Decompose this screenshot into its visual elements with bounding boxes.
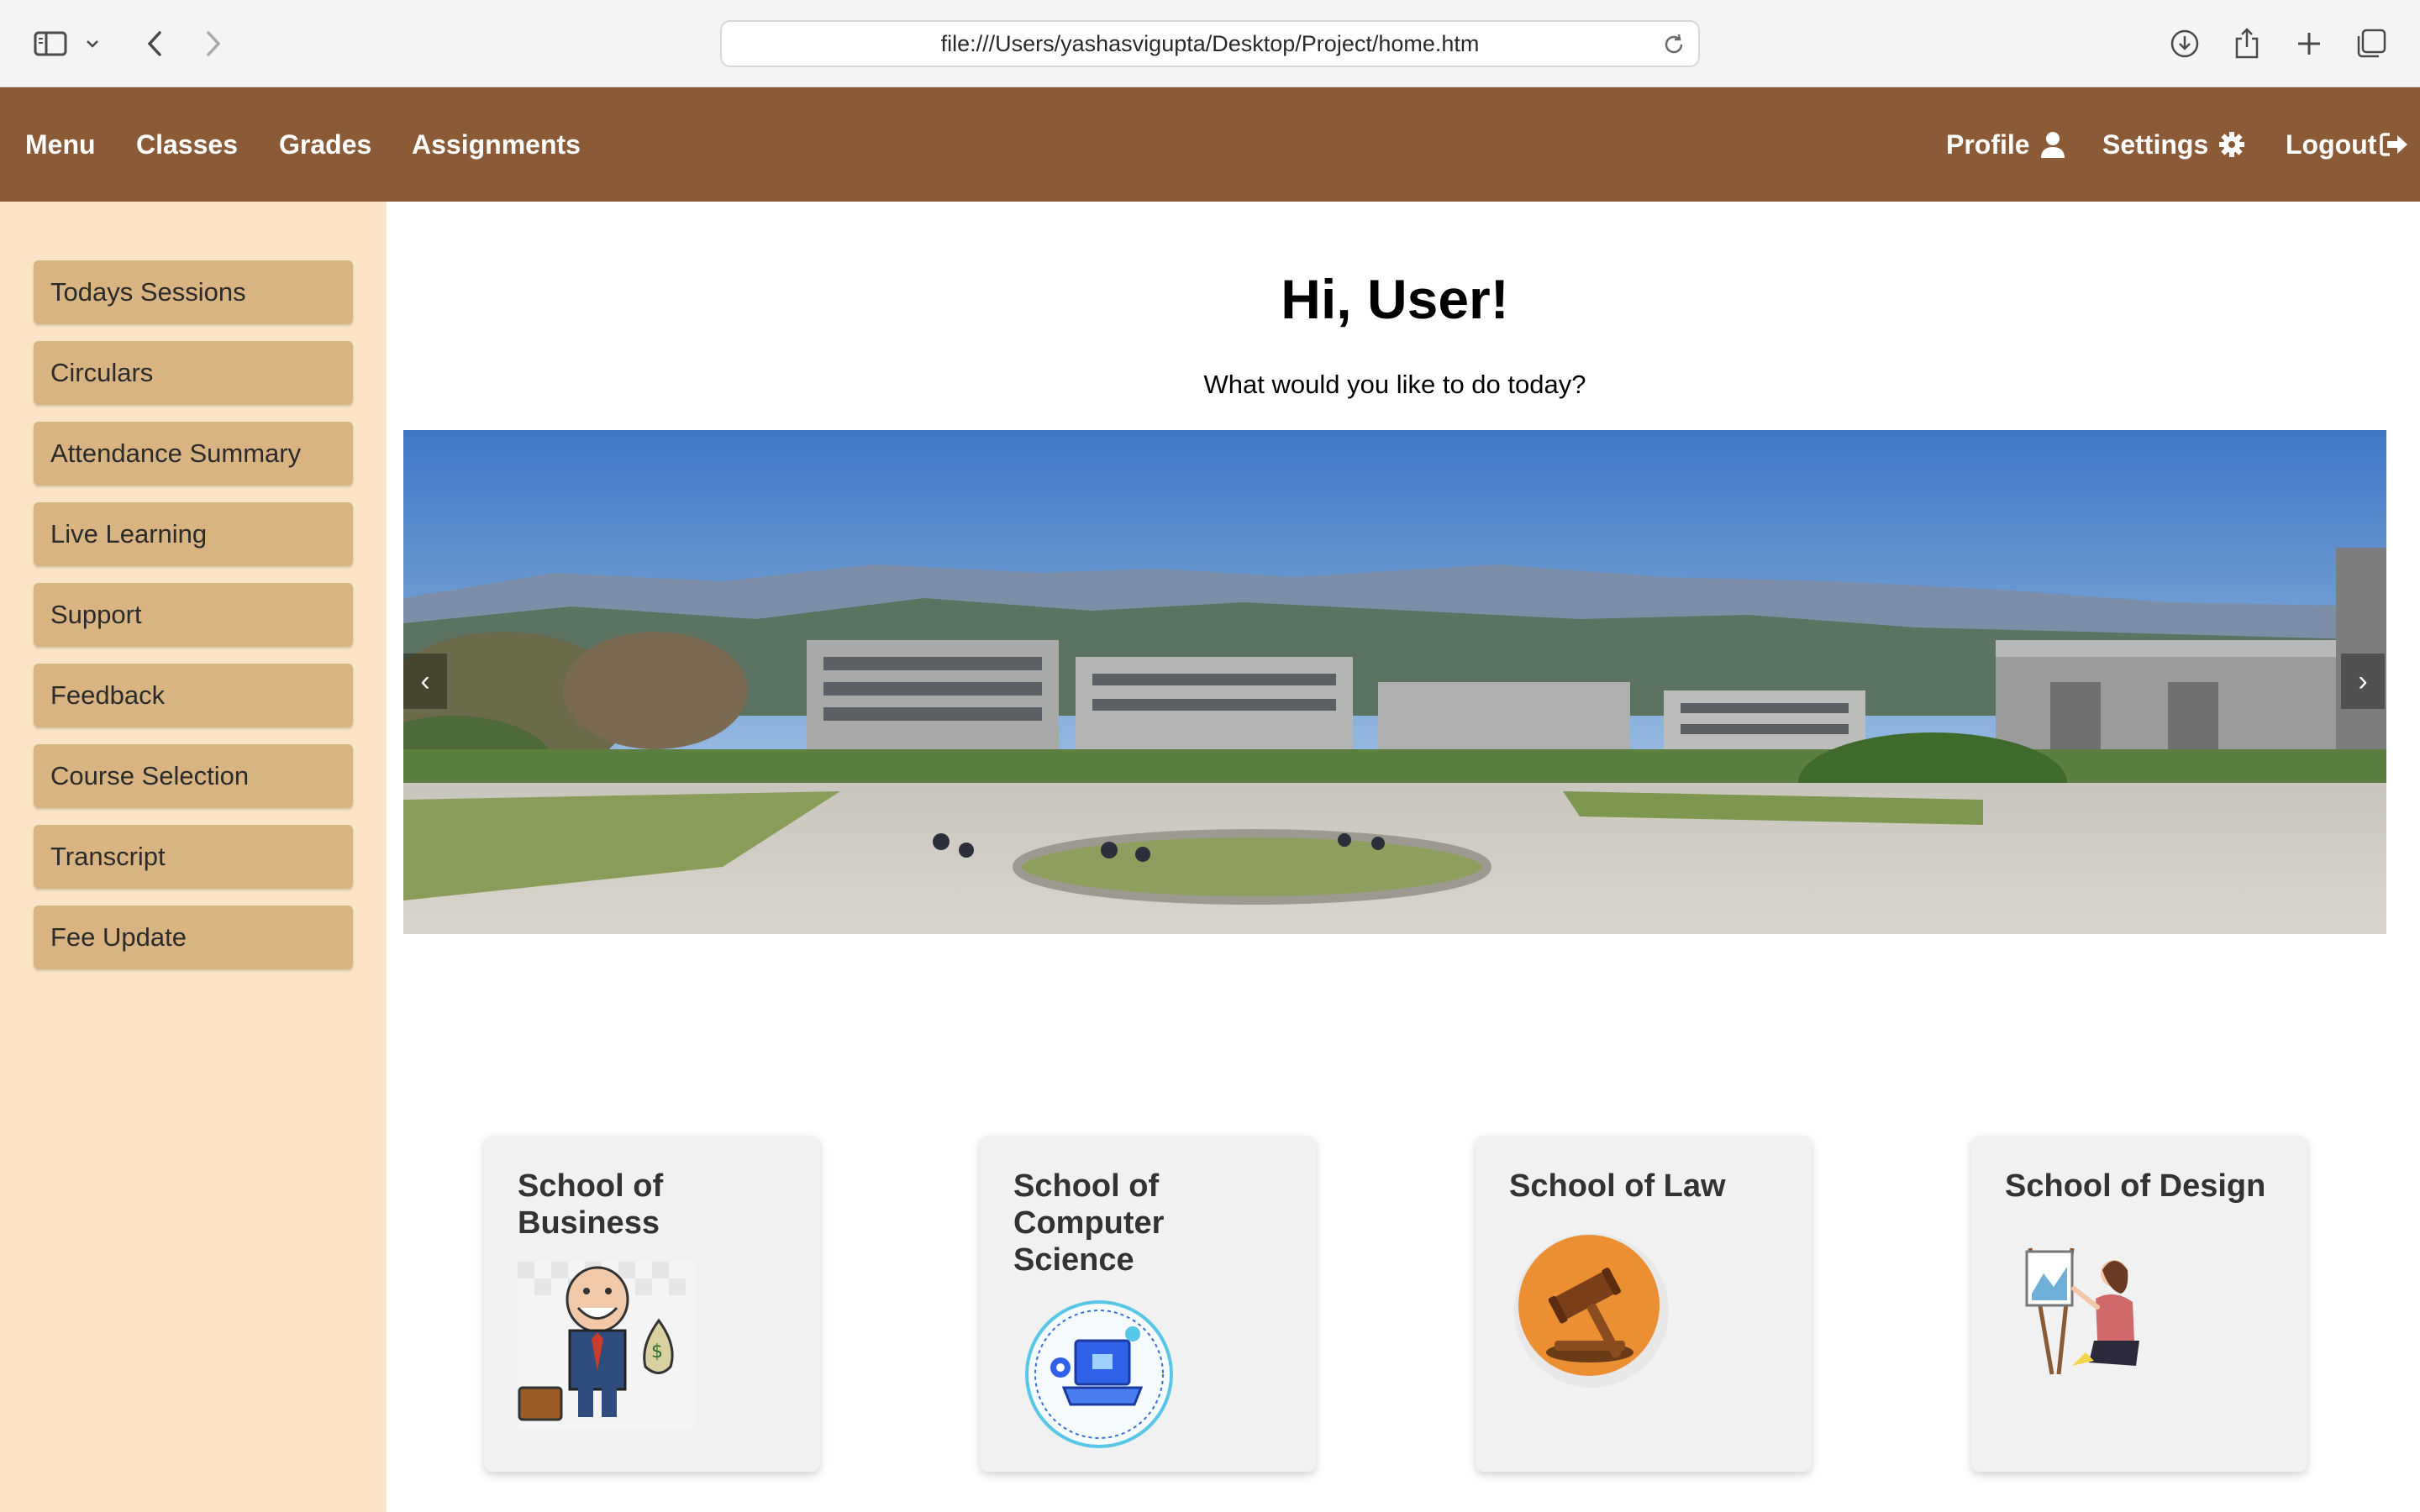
page-title: Hi, User!	[1281, 268, 1509, 330]
logout-icon	[2380, 132, 2408, 157]
new-tab-icon[interactable]	[2284, 18, 2334, 69]
campus-carousel-image	[403, 430, 2386, 934]
school-card-title: School of Design	[2005, 1168, 2266, 1204]
carousel-next-button[interactable]: ›	[2341, 654, 2385, 709]
chevron-down-icon[interactable]	[76, 18, 109, 69]
back-icon[interactable]	[129, 18, 180, 69]
businessman-icon: $	[518, 1262, 694, 1434]
artist-painting-icon	[2022, 1240, 2148, 1382]
share-icon[interactable]	[2222, 18, 2272, 69]
reload-icon[interactable]	[1661, 32, 1686, 57]
nav-assignments[interactable]: Assignments	[412, 87, 581, 202]
nav-settings[interactable]: Settings	[2102, 87, 2245, 202]
school-card-business[interactable]: School of Business $	[484, 1136, 820, 1472]
download-icon[interactable]	[2160, 18, 2210, 69]
sidebar-item-live-learning[interactable]: Live Learning	[34, 502, 353, 566]
sidebar-item-support[interactable]: Support	[34, 583, 353, 647]
sidebar: Todays Sessions Circulars Attendance Sum…	[0, 202, 387, 1512]
gear-icon	[2218, 131, 2245, 158]
gavel-icon	[1509, 1228, 1674, 1397]
sidebar-item-circulars[interactable]: Circulars	[34, 341, 353, 405]
address-bar[interactable]: file:///Users/yashasvigupta/Desktop/Proj…	[720, 20, 1700, 67]
nav-profile-label: Profile	[1946, 129, 2030, 160]
computer-science-icon	[1017, 1300, 1181, 1452]
sidebar-item-transcript[interactable]: Transcript	[34, 825, 353, 889]
nav-profile[interactable]: Profile	[1946, 87, 2065, 202]
school-card-title: School of Law	[1509, 1168, 1726, 1204]
school-card-title: School of Business	[518, 1168, 664, 1241]
sidebar-item-todays-sessions[interactable]: Todays Sessions	[34, 260, 353, 324]
svg-text:$: $	[651, 1341, 663, 1362]
carousel-prev-button[interactable]: ‹	[403, 654, 447, 709]
user-icon	[2040, 131, 2065, 158]
nav-settings-label: Settings	[2102, 129, 2209, 160]
sidebar-toggle-icon[interactable]	[25, 18, 76, 69]
school-card-design[interactable]: School of Design	[1971, 1136, 2307, 1472]
sidebar-item-fee-update[interactable]: Fee Update	[34, 906, 353, 969]
nav-menu[interactable]: Menu	[25, 87, 96, 202]
sidebar-item-feedback[interactable]: Feedback	[34, 664, 353, 727]
school-card-computer-science[interactable]: School of Computer Science	[980, 1136, 1316, 1472]
tab-overview-icon[interactable]	[2346, 18, 2396, 69]
school-card-law[interactable]: School of Law	[1476, 1136, 1812, 1472]
nav-logout-label: Logout	[2286, 129, 2377, 160]
nav-logout[interactable]: Logout	[2286, 87, 2408, 202]
forward-icon[interactable]	[188, 18, 239, 69]
top-navbar: Menu Classes Grades Assignments Profile …	[0, 87, 2420, 202]
sidebar-item-course-selection[interactable]: Course Selection	[34, 744, 353, 808]
nav-classes[interactable]: Classes	[136, 87, 238, 202]
browser-toolbar: file:///Users/yashasvigupta/Desktop/Proj…	[0, 0, 2420, 87]
sidebar-item-attendance-summary[interactable]: Attendance Summary	[34, 422, 353, 486]
page-subtitle: What would you like to do today?	[1203, 370, 1586, 399]
school-card-title: School of Computer Science	[1013, 1168, 1165, 1278]
nav-grades[interactable]: Grades	[279, 87, 371, 202]
url-text: file:///Users/yashasvigupta/Desktop/Proj…	[940, 30, 1480, 56]
